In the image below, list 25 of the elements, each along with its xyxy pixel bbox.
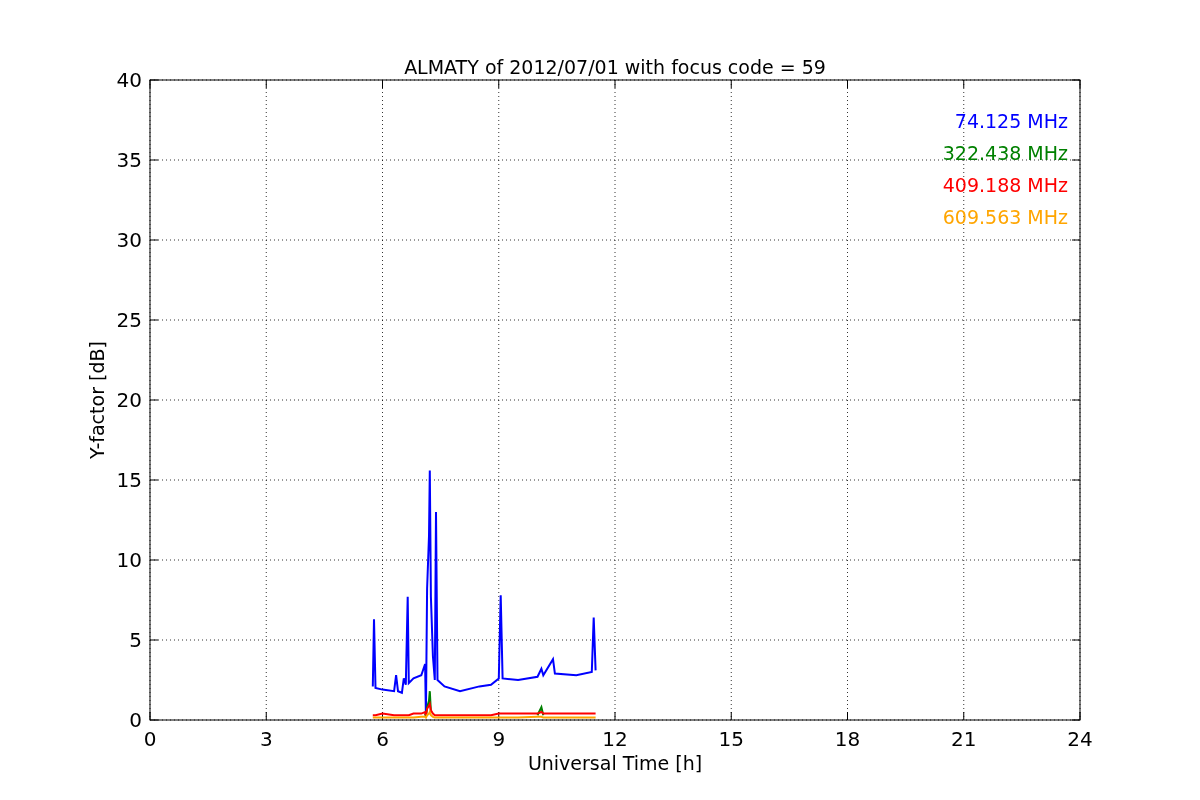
x-tick-label: 24 <box>1067 727 1093 751</box>
x-tick-label: 21 <box>951 727 977 751</box>
y-tick-label: 40 <box>116 68 142 92</box>
legend-label: 74.125 MHz <box>954 110 1068 132</box>
legend-label: 609.563 MHz <box>942 206 1068 228</box>
legend-label: 322.438 MHz <box>942 142 1068 164</box>
x-axis-label: Universal Time [h] <box>527 752 703 774</box>
legend-label: 409.188 MHz <box>942 174 1068 196</box>
y-tick-label: 5 <box>129 628 142 652</box>
y-tick-label: 10 <box>116 548 142 572</box>
x-tick-label: 15 <box>718 727 744 751</box>
x-tick-label: 3 <box>259 727 273 751</box>
x-tick-label: 12 <box>602 727 628 751</box>
x-tick-label: 9 <box>492 727 506 751</box>
x-tick-label: 18 <box>834 727 861 751</box>
y-tick-label: 15 <box>116 468 142 492</box>
y-axis-label: Y-factor [dB] <box>86 341 108 459</box>
y-tick-label: 0 <box>129 708 142 732</box>
x-tick-label: 0 <box>143 727 157 751</box>
y-tick-label: 30 <box>116 228 142 252</box>
y-tick-label: 35 <box>116 148 142 172</box>
y-tick-label: 20 <box>116 388 142 412</box>
y-tick-label: 25 <box>116 308 142 332</box>
x-tick-label: 6 <box>376 727 389 751</box>
chart-title: ALMATY of 2012/07/01 with focus code = 59 <box>404 56 826 78</box>
